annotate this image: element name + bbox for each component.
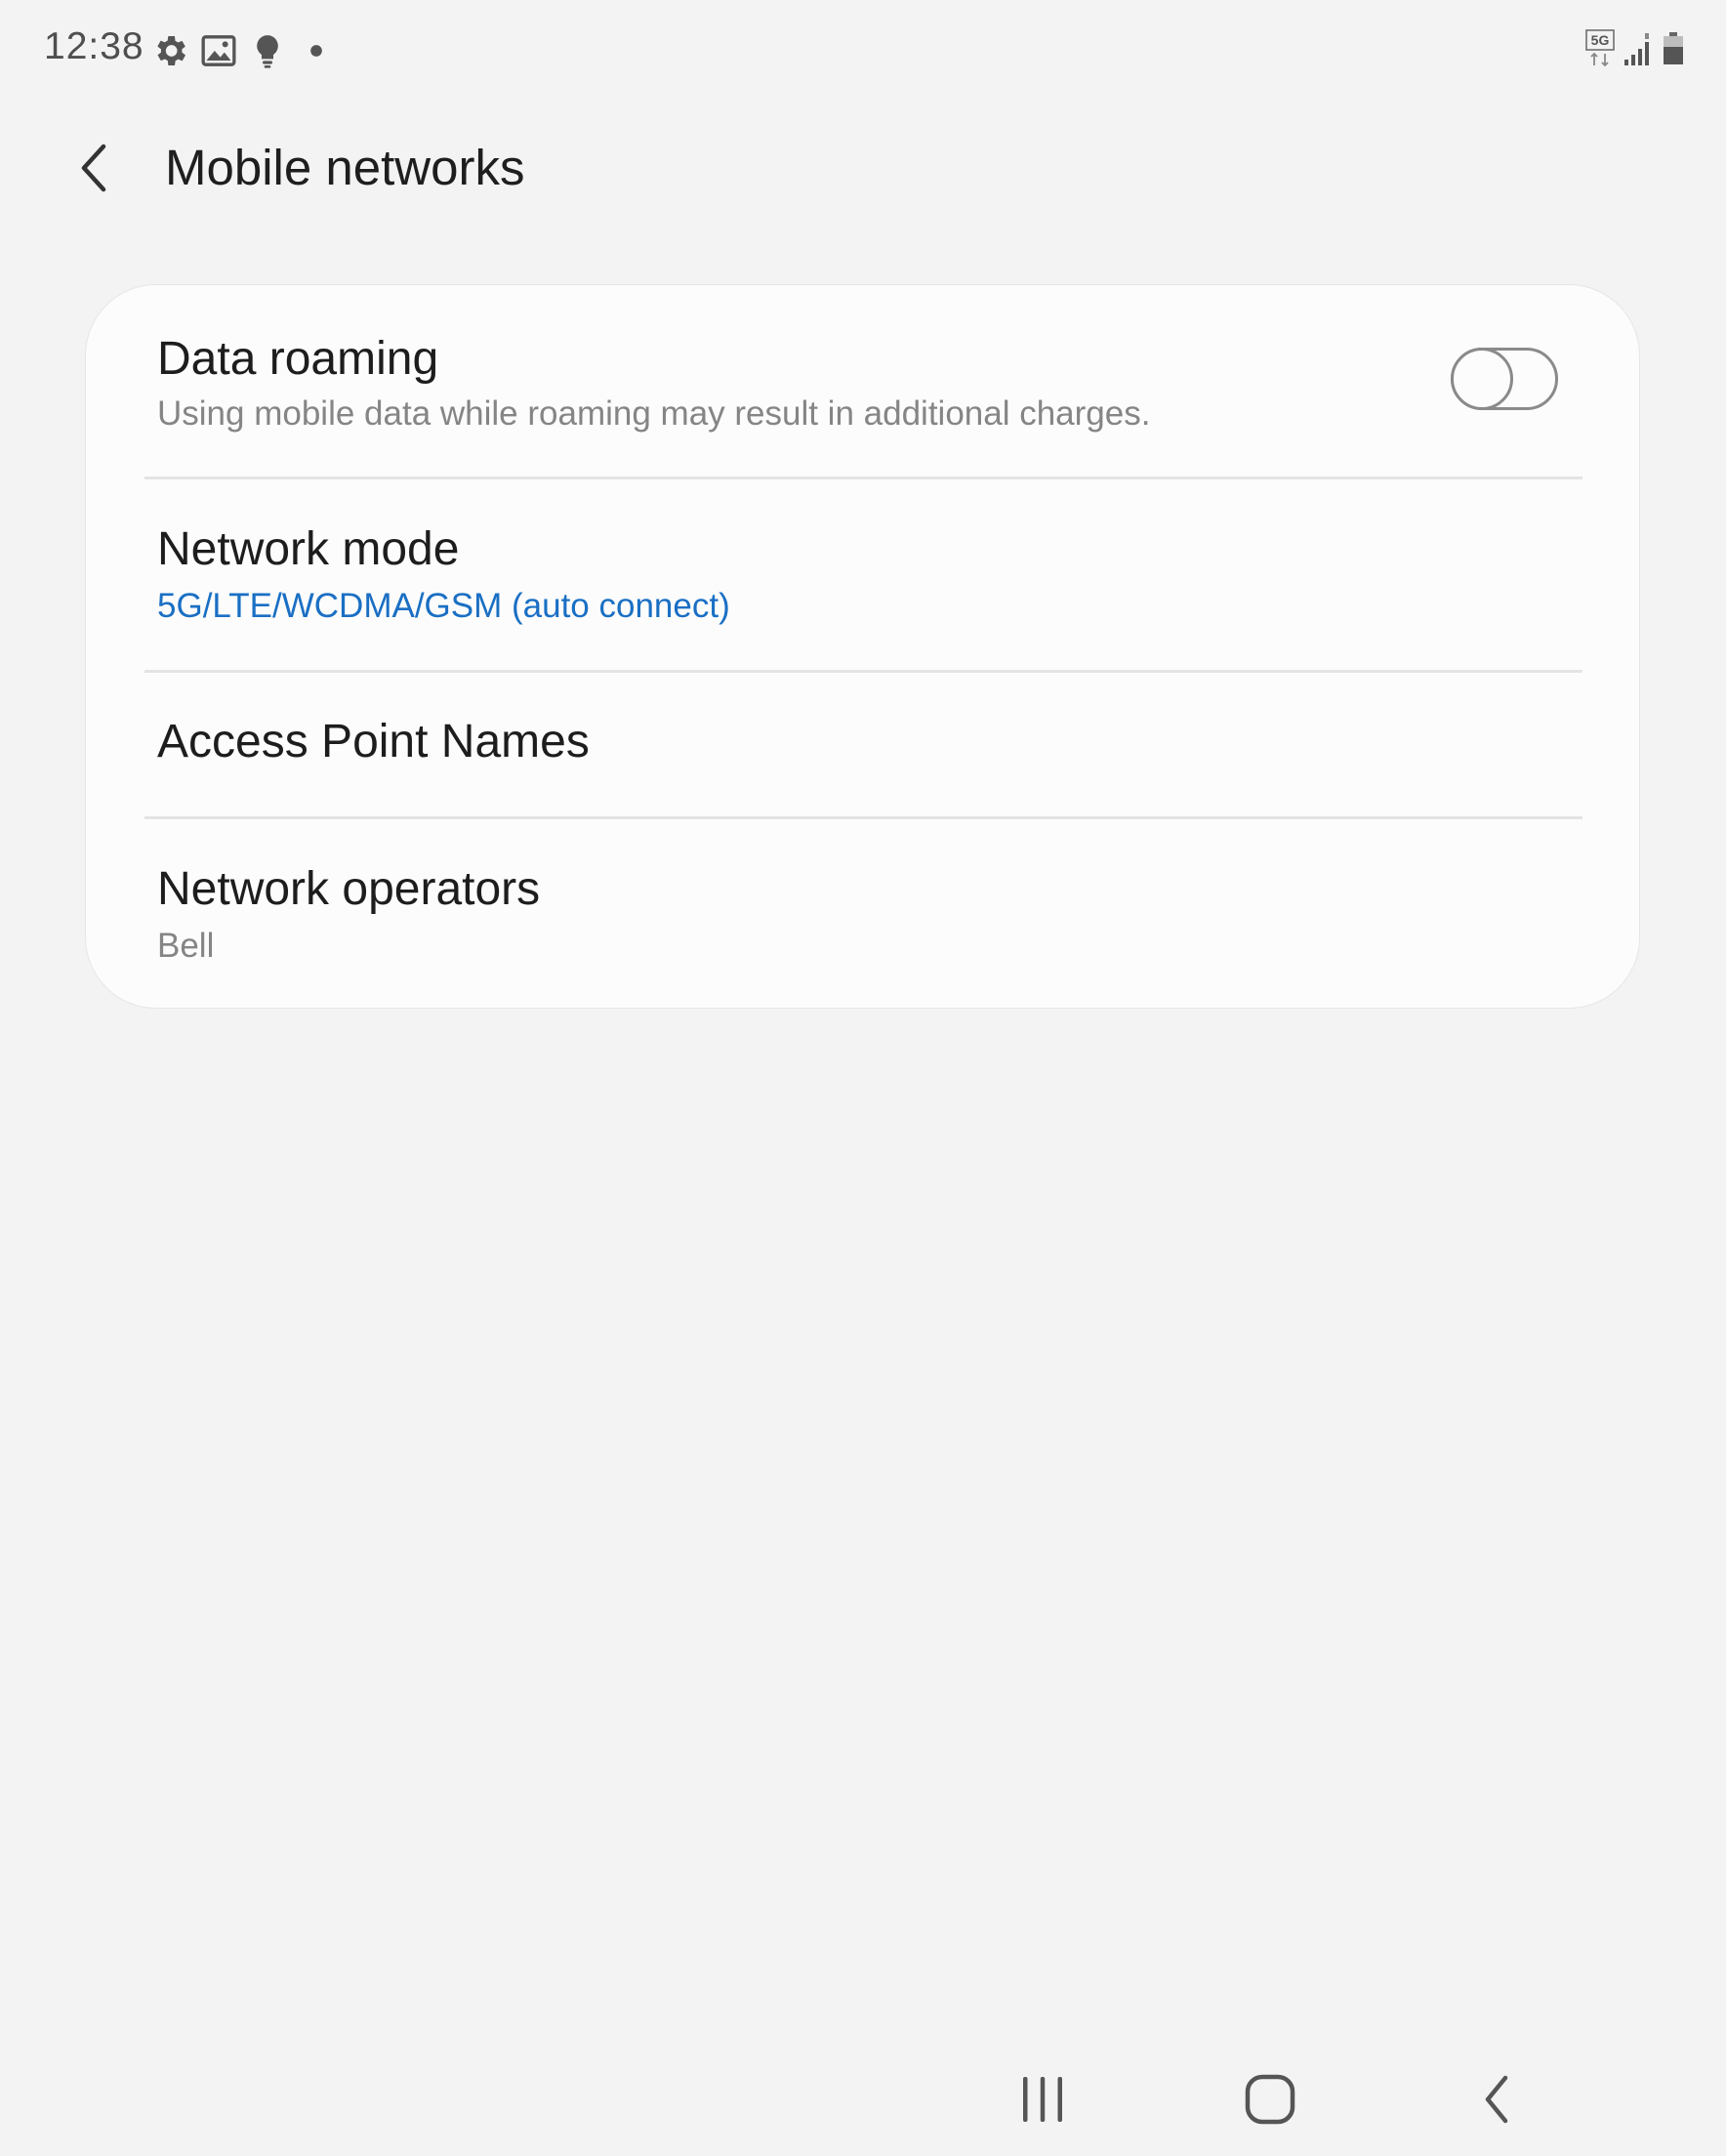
back-button[interactable] [62, 137, 125, 199]
data-roaming-title: Data roaming [157, 333, 439, 385]
dot-icon [297, 31, 336, 70]
app-header: Mobile networks [0, 102, 1726, 238]
network-mode-row[interactable]: Network mode 5G/LTE/WCDMA/GSM (auto conn… [86, 479, 1639, 670]
image-icon [199, 31, 238, 70]
recents-button[interactable] [1004, 2060, 1082, 2138]
settings-card: Data roaming Using mobile data while roa… [86, 285, 1639, 1008]
navigation-bar [0, 2031, 1726, 2156]
lightbulb-icon [248, 31, 287, 70]
home-button[interactable] [1231, 2060, 1309, 2138]
network-mode-title: Network mode [157, 523, 460, 575]
nav-back-button[interactable] [1459, 2060, 1537, 2138]
page-title: Mobile networks [165, 140, 525, 195]
network-mode-value: 5G/LTE/WCDMA/GSM (auto connect) [157, 587, 730, 625]
gear-icon [150, 31, 189, 70]
network-operators-row[interactable]: Network operators Bell [86, 819, 1639, 1008]
battery-icon [1662, 29, 1685, 73]
signal-icon [1623, 29, 1654, 73]
5g-data-icon: 5G [1585, 29, 1615, 73]
network-operators-title: Network operators [157, 863, 541, 915]
network-operators-value: Bell [157, 927, 215, 965]
toggle-knob [1451, 348, 1513, 410]
chevron-left-icon [81, 144, 106, 192]
home-icon [1245, 2074, 1295, 2125]
status-bar: 12:38 5G [0, 0, 1726, 102]
data-roaming-row[interactable]: Data roaming Using mobile data while roa… [86, 285, 1639, 477]
back-icon [1485, 2075, 1508, 2124]
recents-icon [1023, 2077, 1062, 2122]
access-point-names-row[interactable]: Access Point Names [86, 673, 1639, 817]
access-point-names-title: Access Point Names [157, 716, 590, 767]
status-time: 12:38 [44, 25, 144, 67]
network-type-label: 5G [1591, 32, 1610, 48]
data-roaming-subtitle: Using mobile data while roaming may resu… [157, 394, 1151, 433]
data-roaming-toggle[interactable] [1451, 348, 1558, 410]
